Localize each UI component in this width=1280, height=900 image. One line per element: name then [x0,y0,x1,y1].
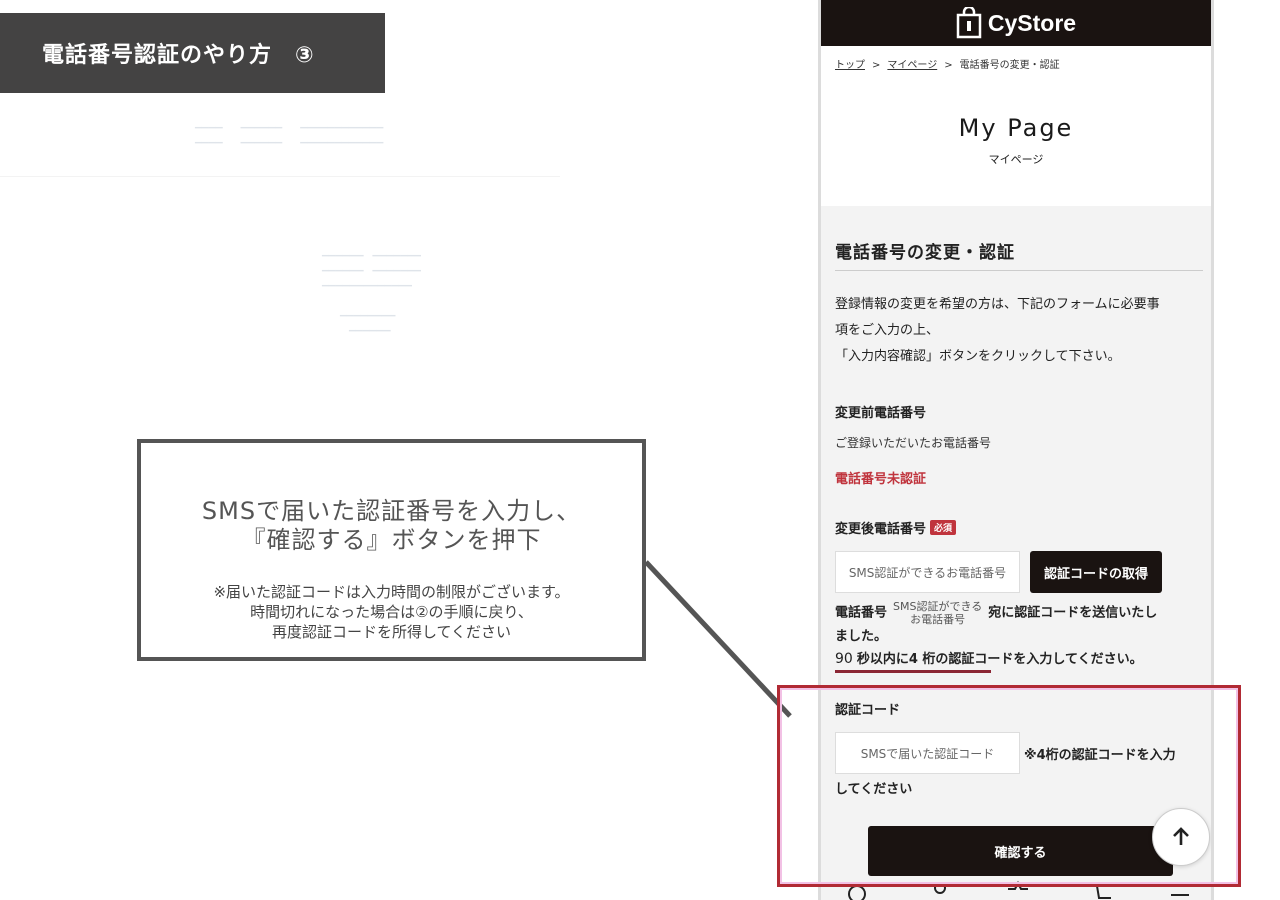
code-hint-cont: してください [835,782,913,797]
instruction-callout: SMSで届いた認証番号を入力し、 『確認する』ボタンを押下 ※届いた認証コードは… [137,439,646,661]
site-header: CyStore [821,0,1211,46]
page-title: My Page [958,114,1074,142]
new-phone-input[interactable]: SMS認証ができるお電話番号 [835,551,1020,593]
menu-icon[interactable] [1167,880,1193,900]
sent-suffix: 宛に認証コードを送信いたし [988,605,1158,621]
chevron-right-icon: > [872,60,881,71]
sent-phone-number: SMS認証ができる お電話番号 [893,600,982,626]
callout-main-line: 『確認する』ボタンを押下 [241,526,542,554]
faded-divider [0,176,560,177]
code-hint: ※4桁の認証コードを入力 [1024,748,1176,763]
cart-icon[interactable] [1089,880,1115,900]
breadcrumb-current: 電話番号の変更・認証 [959,60,1060,71]
timer-underline [835,670,991,673]
faded-background-text: ▁▁▁▁▁▁ ▁▁▁▁▁▁▁ ▁▁▁▁▁▁ ▁▁▁▁▁▁▁ ▁▁▁▁▁▁▁▁▁▁▁▁… [322,247,421,332]
intro-text: 登録情報の変更を希望の方は、下記のフォームに必要事 項をご入力の上、 「入力内容… [835,292,1205,370]
user-icon[interactable] [927,880,953,900]
faded-background-text: ▁▁▁▁ ▁▁▁▁▁▁ ▁▁▁▁▁▁▁▁▁▁▁▁ ▁▁▁▁ ▁▁▁▁▁▁ ▁▁▁▁… [195,119,384,144]
callout-note-line: 再度認証コードを所得してください [271,623,512,641]
arrow-up-icon [1173,827,1189,845]
verification-code-input[interactable]: SMSで届いた認証コード [835,732,1020,774]
section-divider [835,270,1203,271]
sent-number-line: SMS認証ができる [893,600,983,613]
after-phone-label: 変更後電話番号 必須 [835,518,957,537]
site-logo[interactable]: CyStore [956,7,1076,39]
section-title: 電話番号の変更・認証 [835,243,1015,263]
callout-note-line: ※届いた認証コードは入力時間の制限がございます。 [213,583,570,601]
sent-number-line: お電話番号 [910,613,966,626]
timer-message: 90 秒以内に4 桁の認証コードを入力してください。 [835,648,1143,667]
intro-line: 「入力内容確認」ボタンをクリックして下さい。 [835,349,1121,364]
code-sent-message: 電話番号 SMS認証ができる お電話番号 宛に認証コードを送信いたし ました。 [835,600,1207,647]
page-subtitle: マイページ [988,153,1044,166]
form-panel: 電話番号の変更・認証 登録情報の変更を希望の方は、下記のフォームに必要事 項をご… [821,206,1211,900]
search-icon[interactable] [845,880,871,900]
unverified-status: 電話番号未認証 [835,472,927,487]
get-code-button[interactable]: 認証コードの取得 [1030,551,1162,593]
brand-name: CyStore [987,9,1077,36]
breadcrumb: トップ > マイページ > 電話番号の変更・認証 [835,56,1060,71]
phone-screen: CyStore トップ > マイページ > 電話番号の変更・認証 My Page マイペ… [818,0,1214,900]
bottom-nav [821,880,1211,900]
intro-line: 項をご入力の上、 [835,323,940,338]
callout-note-line: 時間切れになった場合は②の手順に戻り、 [250,603,533,621]
before-phone-sub: ご登録いただいたお電話番号 [835,436,992,450]
guide-title: 電話番号認証のやり方 ③ [0,13,385,93]
timer-seconds: 90 [835,651,853,667]
scroll-to-top-button[interactable] [1152,808,1210,866]
shopping-bag-icon [956,7,982,39]
after-phone-label-text: 変更後電話番号 [835,522,927,537]
chevron-right-icon: > [944,60,953,71]
code-label: 認証コード [835,703,901,718]
required-badge: 必須 [930,520,957,535]
intro-line: 登録情報の変更を希望の方は、下記のフォームに必要事 [835,297,1160,312]
confirm-button[interactable]: 確認する [868,826,1173,876]
timer-text: 秒以内に4 桁の認証コードを入力してください。 [856,652,1143,667]
callout-main-line: SMSで届いた認証番号を入力し、 [201,497,582,525]
star-icon[interactable] [1005,880,1031,900]
breadcrumb-mypage-link[interactable]: マイページ [887,60,937,71]
sent-prefix: 電話番号 [835,605,888,621]
before-phone-label: 変更前電話番号 [835,406,927,421]
sent-suffix: ました。 [835,629,888,644]
breadcrumb-top-link[interactable]: トップ [835,60,865,71]
